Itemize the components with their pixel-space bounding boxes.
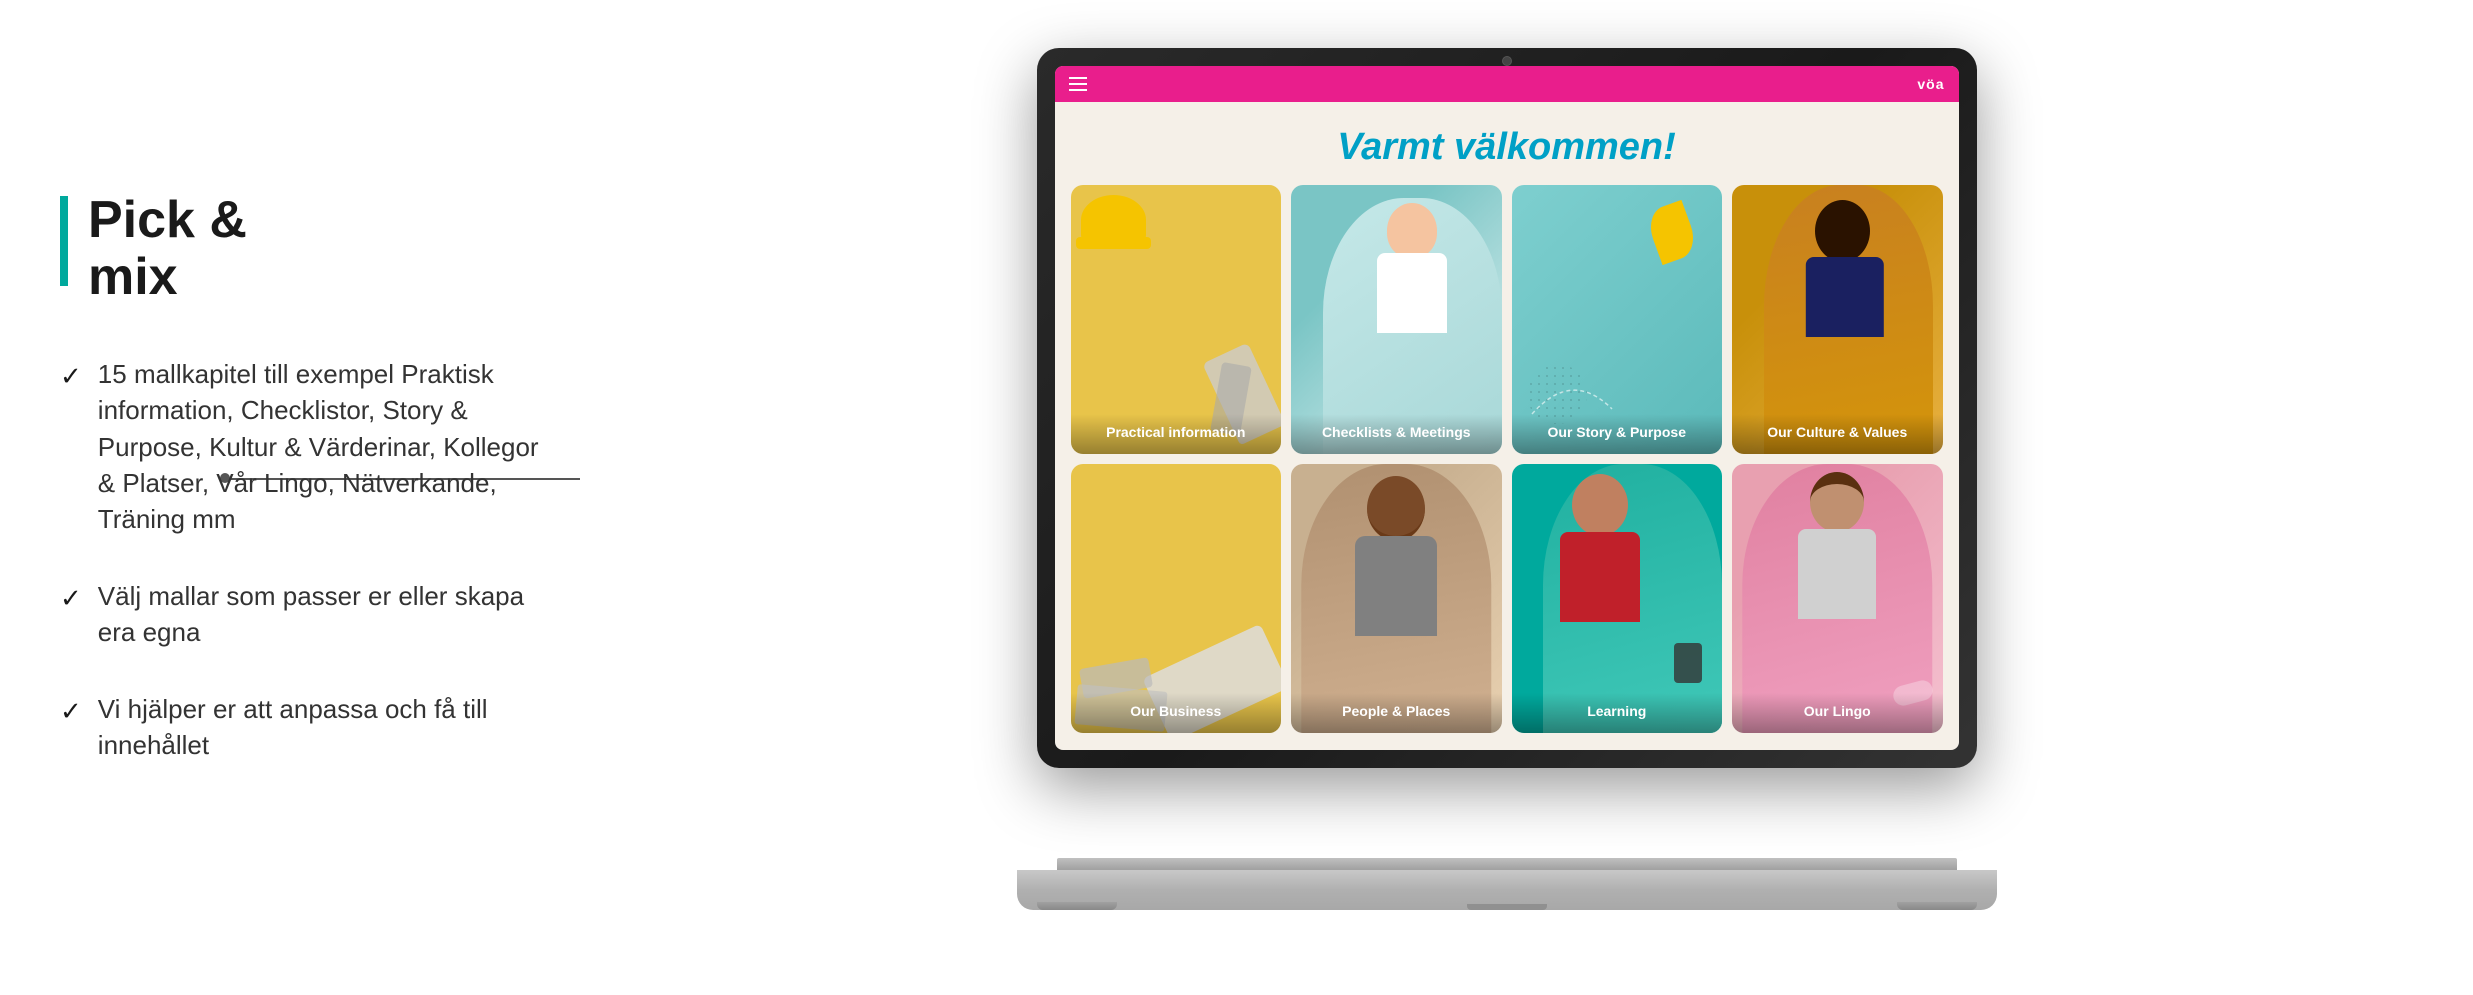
laptop-outer: vöa Varmt välkommen! bbox=[1017, 48, 1997, 948]
tiles-grid: Practical information Checklists & Meeti… bbox=[1055, 185, 1959, 749]
tile-practical[interactable]: Practical information bbox=[1071, 185, 1282, 454]
tile-story[interactable]: Our Story & Purpose bbox=[1512, 185, 1723, 454]
tile-learning-label: Learning bbox=[1512, 693, 1723, 733]
tile-culture-label: Our Culture & Values bbox=[1732, 414, 1943, 454]
leaf-icon bbox=[1644, 199, 1700, 264]
bullet-item-1: 15 mallkapitel till exempel Praktisk inf… bbox=[60, 356, 540, 538]
tile-people[interactable]: People & Places bbox=[1291, 464, 1502, 733]
laptop-container: vöa Varmt välkommen! bbox=[580, 0, 2473, 995]
tile-business-label: Our Business bbox=[1071, 693, 1282, 733]
tile-story-label: Our Story & Purpose bbox=[1512, 414, 1723, 454]
laptop-lid: vöa Varmt välkommen! bbox=[1037, 48, 1977, 768]
title-accent-bar bbox=[60, 196, 68, 286]
title-block: Pick & mix bbox=[60, 192, 540, 306]
page-wrapper: Pick & mix 15 mallkapitel till exempel P… bbox=[0, 0, 2473, 995]
tile-learning[interactable]: Learning bbox=[1512, 464, 1723, 733]
hamburger-menu-icon[interactable] bbox=[1069, 77, 1087, 91]
tile-people-label: People & Places bbox=[1291, 693, 1502, 733]
tile-practical-label: Practical information bbox=[1071, 414, 1282, 454]
tile-checklists[interactable]: Checklists & Meetings bbox=[1291, 185, 1502, 454]
laptop-camera bbox=[1502, 56, 1512, 66]
laptop-screen: vöa Varmt välkommen! bbox=[1055, 66, 1959, 750]
tile-lingo[interactable]: Our Lingo bbox=[1732, 464, 1943, 733]
nav-logo: vöa bbox=[1917, 76, 1944, 92]
tile-business[interactable]: Our Business bbox=[1071, 464, 1282, 733]
tile-lingo-label: Our Lingo bbox=[1732, 693, 1943, 733]
bullet-item-2: Välj mallar som passer er eller skapa er… bbox=[60, 578, 540, 651]
page-title: Pick & mix bbox=[88, 192, 247, 306]
laptop-base bbox=[1017, 858, 1997, 948]
tile-checklists-label: Checklists & Meetings bbox=[1291, 414, 1502, 454]
welcome-heading: Varmt välkommen! bbox=[1065, 126, 1949, 169]
left-content: Pick & mix 15 mallkapitel till exempel P… bbox=[0, 132, 580, 864]
screen-welcome: Varmt välkommen! bbox=[1055, 102, 1959, 185]
screen-navbar: vöa bbox=[1055, 66, 1959, 102]
bullet-list: 15 mallkapitel till exempel Praktisk inf… bbox=[60, 356, 540, 764]
bullet-item-3: Vi hjälper er att anpassa och få till in… bbox=[60, 691, 540, 764]
tile-culture[interactable]: Our Culture & Values bbox=[1732, 185, 1943, 454]
